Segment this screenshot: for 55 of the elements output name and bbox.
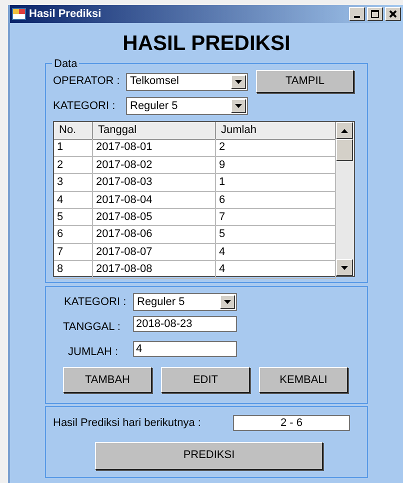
field-label: JUMLAH : <box>68 344 120 360</box>
table-cell: 2017-08-05 <box>93 208 216 226</box>
table-cell: 2017-08-03 <box>93 174 216 192</box>
result-field[interactable]: 2 - 6 <box>233 415 350 432</box>
app-icon <box>12 8 26 20</box>
table-cell: 2017-08-01 <box>93 139 216 157</box>
table-cell: 8 <box>54 261 93 279</box>
amount-field[interactable]: 4 <box>133 340 237 357</box>
column-header[interactable]: Jumlah <box>216 122 336 140</box>
minimize-button[interactable] <box>349 7 365 21</box>
table-cell: 3 <box>54 174 93 192</box>
column-header[interactable]: No. <box>54 122 93 140</box>
table-cell: 6 <box>54 226 93 244</box>
close-button[interactable] <box>385 7 401 21</box>
scroll-thumb[interactable] <box>336 139 353 161</box>
maximize-icon <box>369 8 381 20</box>
table-cell: 2017-08-07 <box>93 244 216 262</box>
predict-button[interactable]: PREDIKSI <box>95 442 323 470</box>
down-arrow-icon <box>341 266 348 270</box>
operator-dropdown[interactable]: Telkomsel <box>126 72 248 90</box>
category-dropdown[interactable]: Reguler 5 <box>133 293 237 311</box>
show-button[interactable]: TAMPIL <box>256 70 354 93</box>
field-label: KATEGORI : <box>64 294 128 310</box>
field-label: Hasil Prediksi hari berikutnya : <box>53 416 202 431</box>
up-arrow-icon <box>341 128 348 132</box>
table-cell: 2017-08-08 <box>93 261 216 279</box>
scrollbar[interactable] <box>336 122 354 276</box>
minimize-icon <box>354 16 360 18</box>
scroll-down-button[interactable] <box>336 259 353 276</box>
form-heading: HASIL PREDIKSI <box>122 31 292 57</box>
window-title: Hasil Prediksi <box>29 6 102 22</box>
table-cell: 4 <box>54 192 93 209</box>
table-cell: 2 <box>54 156 93 174</box>
date-field[interactable]: 2018-08-23 <box>133 316 237 332</box>
caret-icon <box>235 80 242 84</box>
maximize-button[interactable] <box>367 7 383 21</box>
close-icon <box>387 8 399 20</box>
caret-icon <box>224 300 231 304</box>
action-button[interactable]: EDIT <box>161 367 250 393</box>
category-dropdown[interactable]: Reguler 5 <box>126 97 248 115</box>
table-cell: 7 <box>54 244 93 262</box>
action-button[interactable]: KEMBALI <box>259 367 348 393</box>
field-label: OPERATOR : <box>53 74 121 90</box>
field-label: KATEGORI : <box>53 98 116 114</box>
table-cell: 5 <box>54 208 93 226</box>
field-label: TANGGAL : <box>63 320 122 335</box>
table-cell: 1 <box>54 139 93 157</box>
action-button[interactable]: TAMBAH <box>63 367 152 393</box>
caret-icon <box>235 104 242 108</box>
scroll-up-button[interactable] <box>336 122 353 139</box>
table-cell: 2017-08-04 <box>93 192 216 209</box>
table-cell: 2017-08-06 <box>93 226 216 244</box>
column-header[interactable]: Tanggal <box>93 122 216 140</box>
table-cell: 4 <box>216 261 336 279</box>
table-cell: 2017-08-02 <box>93 156 216 174</box>
